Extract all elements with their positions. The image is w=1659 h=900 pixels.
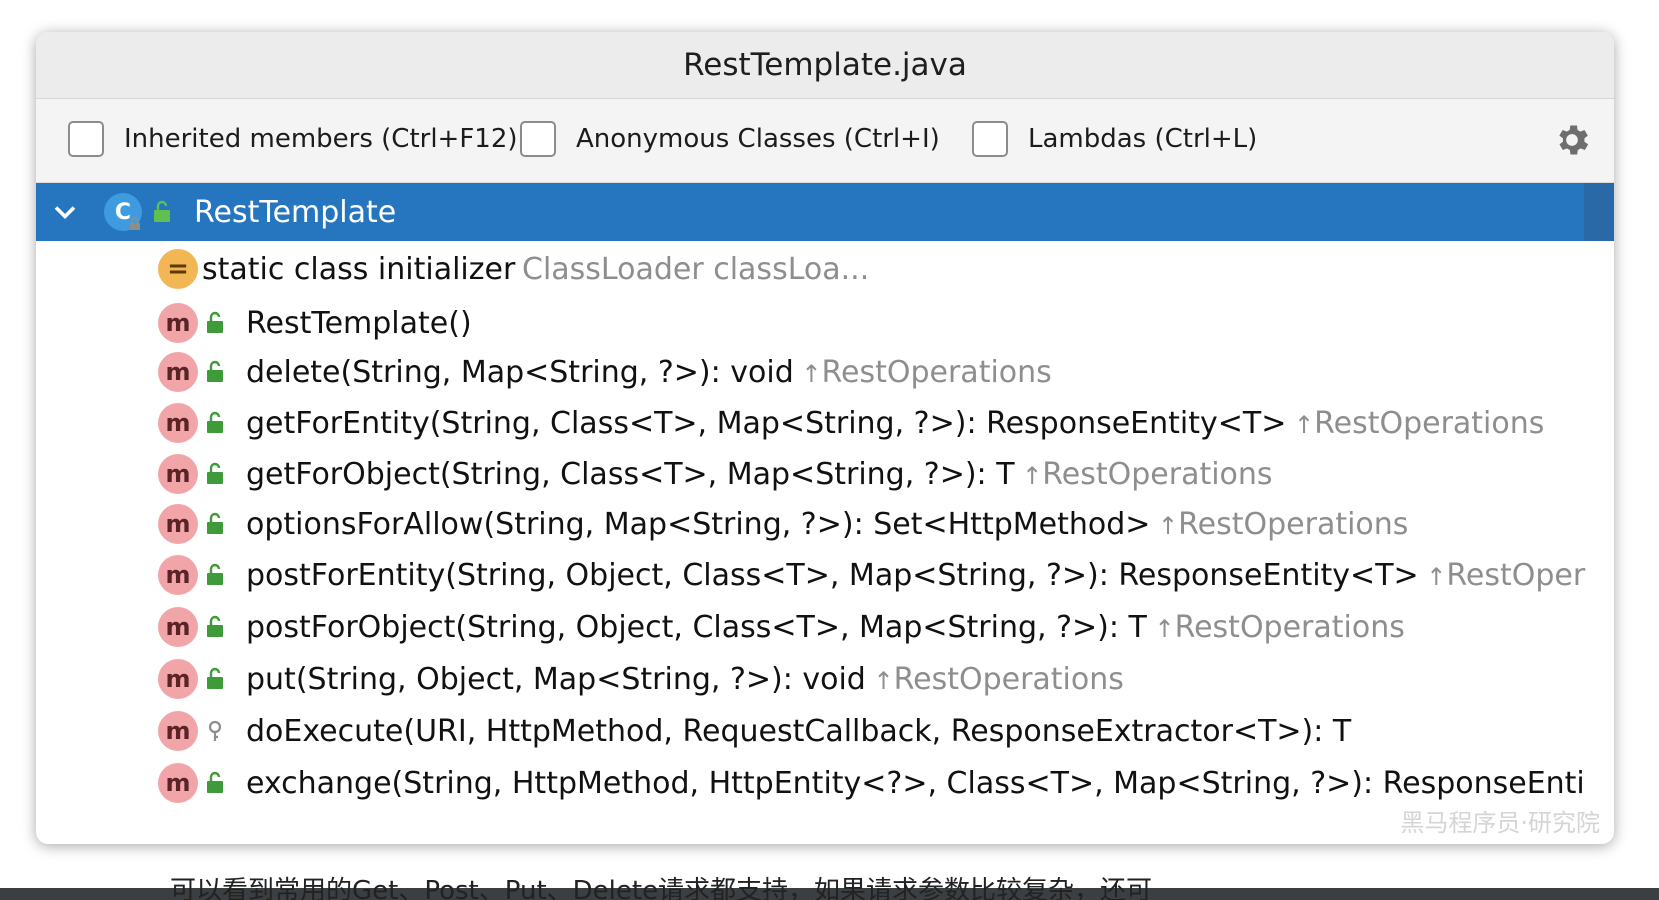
inherited-arrow-icon: ↑: [1418, 562, 1447, 591]
option-inherited-members[interactable]: Inherited members (Ctrl+F12): [68, 121, 518, 157]
method-origin: RestOperations: [1178, 506, 1409, 542]
method-signature-text: optionsForAllow(String, Map<String, ?>):…: [246, 506, 1151, 542]
method-signature: put(String, Object, Map<String, ?>): voi…: [246, 662, 1124, 697]
method-icon: m: [158, 403, 198, 443]
public-lock-icon: [207, 360, 223, 382]
protected-key-icon: [208, 720, 222, 741]
method-icon: m: [158, 659, 198, 699]
method-signature: delete(String, Map<String, ?>): void ↑Re…: [246, 355, 1052, 390]
inherited-arrow-icon: ↑: [1286, 410, 1315, 439]
method-origin: RestOperations: [1042, 456, 1273, 492]
method-signature: optionsForAllow(String, Map<String, ?>):…: [246, 507, 1408, 542]
tree-item-method-7[interactable]: m put(String, Object, Map<String, ?>): v…: [36, 653, 1614, 705]
method-signature: RestTemplate(): [246, 306, 472, 341]
method-origin: RestOperations: [1314, 405, 1545, 441]
method-signature-text: postForEntity(String, Object, Class<T>, …: [246, 557, 1419, 593]
inherited-members-label: Inherited members (Ctrl+F12): [124, 124, 518, 154]
gear-icon[interactable]: [1552, 120, 1592, 160]
option-anonymous-classes[interactable]: Anonymous Classes (Ctrl+I): [520, 121, 940, 157]
method-icon: m: [158, 454, 198, 494]
tree-item-method-2[interactable]: m getForEntity(String, Class<T>, Map<Str…: [36, 397, 1614, 449]
tree-item-method-1[interactable]: m delete(String, Map<String, ?>): void ↑…: [36, 347, 1614, 397]
root-label: RestTemplate: [194, 194, 397, 230]
static-initializer-icon: =: [158, 249, 198, 289]
public-lock-icon: [207, 667, 223, 689]
method-signature-text: getForEntity(String, Class<T>, Map<Strin…: [246, 405, 1287, 441]
options-bar: Inherited members (Ctrl+F12) Anonymous C…: [36, 99, 1614, 183]
method-signature: postForObject(String, Object, Class<T>, …: [246, 610, 1405, 645]
method-icon: m: [158, 607, 198, 647]
method-signature: doExecute(URI, HttpMethod, RequestCallba…: [246, 714, 1351, 749]
inherited-arrow-icon: ↑: [865, 666, 894, 695]
final-lock-overlay-icon: [130, 217, 140, 230]
method-signature: getForObject(String, Class<T>, Map<Strin…: [246, 457, 1273, 492]
public-lock-icon: [207, 462, 223, 484]
background-text-top: • • • • •: [170, 0, 1370, 12]
public-lock-icon: [207, 512, 223, 534]
popup-title: RestTemplate.java: [36, 32, 1614, 99]
tree-item-method-4[interactable]: m optionsForAllow(String, Map<String, ?>…: [36, 499, 1614, 549]
anonymous-classes-label: Anonymous Classes (Ctrl+I): [576, 124, 940, 154]
method-origin: RestOperations: [821, 354, 1052, 390]
public-lock-icon: [207, 563, 223, 585]
method-signature-text: put(String, Object, Map<String, ?>): voi…: [246, 661, 866, 697]
initializer-label: static class initializer: [202, 251, 516, 287]
tree-item-method-6[interactable]: m postForObject(String, Object, Class<T>…: [36, 601, 1614, 653]
method-signature-text: exchange(String, HttpMethod, HttpEntity<…: [246, 765, 1585, 801]
watermark: 黑马程序员·研究院: [1400, 809, 1600, 837]
tree-item-method-0[interactable]: m RestTemplate(): [36, 297, 1614, 349]
method-signature: getForEntity(String, Class<T>, Map<Strin…: [246, 406, 1544, 441]
lambdas-checkbox[interactable]: [972, 121, 1008, 157]
inherited-arrow-icon: ↑: [1014, 461, 1043, 490]
tree-item-method-5[interactable]: m postForEntity(String, Object, Class<T>…: [36, 549, 1614, 601]
method-icon: m: [158, 555, 198, 595]
method-origin: RestOper: [1446, 557, 1586, 593]
background-text-bottom: 可以看到常用的Get、Post、Put、Delete请求都支持，如果请求参数比较…: [170, 876, 1153, 900]
initializer-hint: ClassLoader classLoa...: [522, 251, 870, 287]
lambdas-label: Lambdas (Ctrl+L): [1028, 124, 1258, 154]
method-icon: m: [158, 504, 198, 544]
tree-item-method-9[interactable]: m exchange(String, HttpMethod, HttpEntit…: [36, 757, 1614, 809]
public-lock-icon: [154, 200, 170, 222]
public-lock-icon: [207, 311, 223, 333]
method-signature-text: getForObject(String, Class<T>, Map<Strin…: [246, 456, 1015, 492]
tree-item-method-3[interactable]: m getForObject(String, Class<T>, Map<Str…: [36, 449, 1614, 499]
method-signature: exchange(String, HttpMethod, HttpEntity<…: [246, 766, 1585, 801]
inherited-members-checkbox[interactable]: [68, 121, 104, 157]
tree-item-method-8[interactable]: m doExecute(URI, HttpMethod, RequestCall…: [36, 705, 1614, 757]
method-signature-text: delete(String, Map<String, ?>): void: [246, 354, 794, 390]
method-icon: m: [158, 763, 198, 803]
public-lock-icon: [207, 771, 223, 793]
scrollbar-thumb[interactable]: [1584, 183, 1614, 241]
anonymous-classes-checkbox[interactable]: [520, 121, 556, 157]
inherited-arrow-icon: ↑: [1150, 511, 1179, 540]
tree-item-static-initializer[interactable]: = static class initializer ClassLoader c…: [36, 241, 1614, 297]
chevron-down-icon[interactable]: [50, 197, 80, 227]
public-lock-icon: [207, 411, 223, 433]
tree-root-resttemplate[interactable]: C RestTemplate: [36, 183, 1614, 241]
method-signature-text: doExecute(URI, HttpMethod, RequestCallba…: [246, 713, 1352, 749]
method-signature-text: postForObject(String, Object, Class<T>, …: [246, 609, 1147, 645]
method-signature: postForEntity(String, Object, Class<T>, …: [246, 558, 1585, 593]
method-origin: RestOperations: [893, 661, 1124, 697]
public-lock-icon: [207, 615, 223, 637]
method-signature-text: RestTemplate(): [246, 305, 472, 341]
file-structure-popup: RestTemplate.java Inherited members (Ctr…: [36, 32, 1614, 844]
option-lambdas[interactable]: Lambdas (Ctrl+L): [972, 121, 1257, 157]
method-icon: m: [158, 303, 198, 343]
method-origin: RestOperations: [1174, 609, 1405, 645]
method-icon: m: [158, 711, 198, 751]
method-icon: m: [158, 352, 198, 392]
inherited-arrow-icon: ↑: [1146, 614, 1175, 643]
inherited-arrow-icon: ↑: [793, 359, 822, 388]
